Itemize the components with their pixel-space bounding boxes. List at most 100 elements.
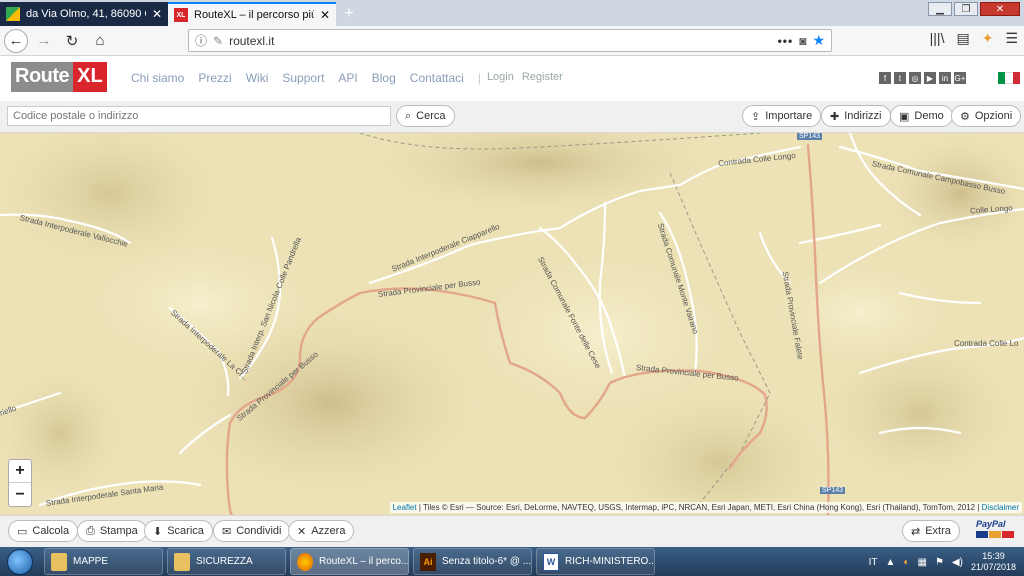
italian-flag-icon[interactable] [998, 72, 1020, 84]
zoom-in-button[interactable]: + [9, 460, 31, 483]
menu-hamburger-icon[interactable]: ☰ [1005, 30, 1018, 47]
forward-button[interactable]: → [32, 29, 56, 53]
network-tray-icon[interactable]: ▦ [918, 557, 927, 568]
register-link[interactable]: Register [522, 71, 563, 85]
menu-item-api[interactable]: API [338, 71, 357, 85]
taskbar-item-mappe[interactable]: MAPPE [44, 548, 163, 575]
new-tab-button[interactable]: + [336, 2, 362, 26]
logo-route: Route [11, 62, 74, 92]
routexl-logo[interactable]: Route XL [11, 62, 107, 92]
browser-tab-bar: da Via Olmo, 41, 86090 Camere ✕ XL Route… [0, 0, 1024, 26]
download-button[interactable]: ⬇ Scarica [144, 520, 213, 542]
demo-button[interactable]: ▣ Demo [890, 105, 953, 127]
menu-item-blog[interactable]: Blog [372, 71, 396, 85]
menu-item-contattaci[interactable]: Contattaci [410, 71, 464, 85]
taskbar-item-label: Senza titolo-6* @ ... [442, 556, 532, 567]
back-button[interactable]: ← [4, 28, 28, 53]
import-button[interactable]: ⇪ Importare [742, 105, 822, 127]
options-button[interactable]: ⚙ Opzioni [951, 105, 1022, 127]
twitter-icon[interactable]: t [894, 72, 906, 84]
youtube-icon[interactable]: ▶ [924, 72, 936, 84]
taskbar-item-firefox[interactable]: RouteXL – il perco... [290, 548, 409, 575]
language-indicator[interactable]: IT [869, 557, 878, 568]
taskbar-item-illustrator[interactable]: Ai Senza titolo-6* @ ... [413, 548, 532, 575]
menu-separator: | [477, 71, 481, 85]
restore-icon[interactable]: ❐ [954, 2, 978, 16]
browser-tab-maps[interactable]: da Via Olmo, 41, 86090 Camere ✕ [0, 2, 168, 26]
url-text[interactable]: routexl.it [229, 34, 772, 48]
pin-icon: ✚ [830, 110, 840, 123]
pocket-icon[interactable]: ◙ [799, 34, 806, 48]
page-actions-icon[interactable]: ••• [778, 34, 794, 48]
minimize-icon[interactable]: ▁ [928, 2, 952, 16]
calculate-button[interactable]: ▭ Calcola [8, 520, 79, 542]
volume-icon[interactable]: ◀) [952, 557, 963, 568]
extension-icon[interactable]: ✦ [982, 30, 994, 47]
zoom-out-button[interactable]: − [9, 483, 31, 506]
import-button-label: Importare [765, 110, 813, 122]
route-toolbar: ⌕ Cerca ⇪ Importare ✚ Indirizzi ▣ Demo ⚙… [0, 101, 1024, 133]
map-canvas[interactable]: SP143 SP143 Contrada Colle Longo Strada … [0, 133, 1024, 515]
print-icon: ⎙ [86, 524, 95, 537]
reset-button[interactable]: ✕ Azzera [288, 520, 355, 542]
extra-button[interactable]: ⇄ Extra [902, 520, 960, 542]
sidebar-icon[interactable]: ▤ [956, 30, 969, 47]
search-button-label: Cerca [416, 110, 446, 122]
login-link[interactable]: Login [487, 71, 514, 85]
download-icon: ⬇ [153, 525, 163, 538]
facebook-icon[interactable]: f [879, 72, 891, 84]
reset-label: Azzera [311, 525, 346, 537]
share-button[interactable]: ✉ Condividi [213, 520, 291, 542]
address-bar[interactable]: ⓘ ✎ routexl.it ••• ◙ ★ [188, 29, 832, 52]
menu-item-chi-siamo[interactable]: Chi siamo [131, 71, 184, 85]
search-button[interactable]: ⌕ Cerca [396, 105, 455, 127]
attribution-text: | Tiles © Esri — Source: Esri, DeLorme, … [416, 503, 982, 512]
car-icon: ▭ [17, 525, 28, 538]
home-button[interactable]: ⌂ [88, 29, 112, 53]
print-button[interactable]: ⎙ Stampa [77, 520, 147, 542]
social-icons: f t ◎ ▶ in G+ [879, 72, 966, 84]
window-controls: ▁ ❐ ✕ [928, 2, 1020, 16]
reload-button[interactable]: ↻ [60, 29, 84, 53]
clock[interactable]: 15:39 21/07/2018 [971, 551, 1016, 573]
taskbar-item-label: SICUREZZA [196, 556, 253, 567]
share-icon: ✉ [222, 525, 232, 538]
taskbar-item-sicurezza[interactable]: SICUREZZA [167, 548, 286, 575]
folder-icon [51, 552, 67, 571]
addresses-button[interactable]: ✚ Indirizzi [821, 105, 891, 127]
app-tray-icon[interactable]: ◐ [903, 557, 909, 568]
address-search-input[interactable] [7, 106, 391, 126]
leaflet-link[interactable]: Leaflet [393, 503, 417, 512]
close-tab-icon[interactable]: ✕ [152, 7, 162, 21]
taskbar-item-word[interactable]: W RICH-MINISTERO... [536, 548, 655, 575]
taskbar-item-label: RICH-MINISTERO... [565, 556, 655, 567]
menu-item-wiki[interactable]: Wiki [246, 71, 269, 85]
illustrator-icon: Ai [420, 552, 436, 571]
disclaimer-link[interactable]: Disclaimer [982, 503, 1019, 512]
map-terrain [0, 133, 1024, 515]
clock-date: 21/07/2018 [970, 562, 1016, 572]
menu-item-prezzi[interactable]: Prezzi [198, 71, 231, 85]
instagram-icon[interactable]: ◎ [909, 72, 921, 84]
show-hidden-icons-icon[interactable]: ▲ [886, 557, 896, 568]
bookmark-star-icon[interactable]: ★ [812, 32, 825, 49]
close-tab-icon[interactable]: ✕ [320, 8, 330, 22]
menu-item-support[interactable]: Support [282, 71, 324, 85]
close-window-icon[interactable]: ✕ [980, 2, 1020, 16]
download-label: Scarica [167, 525, 204, 537]
linkedin-icon[interactable]: in [939, 72, 951, 84]
word-icon: W [543, 552, 559, 571]
start-button[interactable] [0, 547, 40, 576]
bottom-toolbar: ▭ Calcola ⎙ Stampa ⬇ Scarica ✉ Condividi… [0, 515, 1024, 547]
google-plus-icon[interactable]: G+ [954, 72, 966, 84]
demo-button-label: Demo [914, 110, 944, 122]
map-label-sp143-bottom: SP143 [820, 487, 846, 494]
map-attribution: Leaflet | Tiles © Esri — Source: Esri, D… [389, 502, 1022, 513]
flag-tray-icon[interactable]: ⚑ [935, 557, 944, 568]
browser-tab-routexl[interactable]: XL RouteXL – il percorso più rapido ✕ [168, 2, 336, 26]
info-icon[interactable]: ⓘ [195, 32, 207, 49]
library-icon[interactable]: |||\ [930, 30, 945, 47]
reset-icon: ✕ [297, 525, 307, 538]
clock-time: 15:39 [982, 551, 1005, 561]
paypal-icon[interactable]: PayPal [976, 519, 1016, 545]
